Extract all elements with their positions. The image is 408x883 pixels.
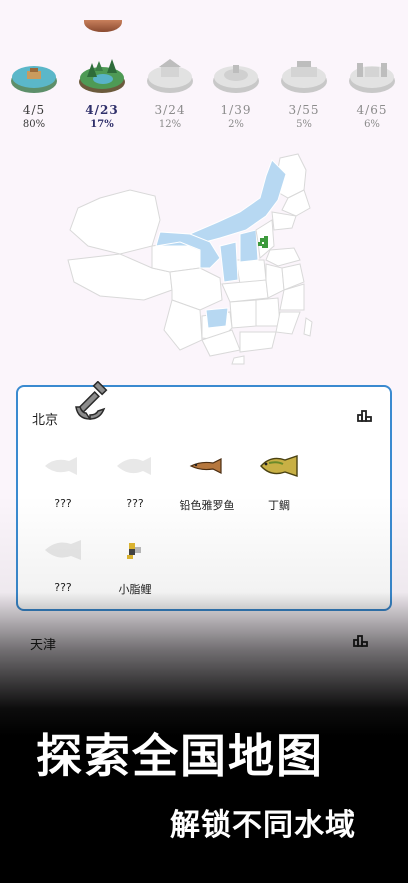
tetra-fish-icon <box>127 543 141 559</box>
region-count: 4/5 <box>22 103 46 117</box>
unknown-fish-icon <box>117 457 151 475</box>
region-tile-2[interactable]: 4/23 17% <box>72 55 132 130</box>
locked-region-icon <box>213 65 259 93</box>
fish-name: 小脂鲤 <box>118 583 152 596</box>
region-selector: 4/5 80% 4/23 17% 3/24 12% 1/39 2% 3/55 5… <box>0 55 408 135</box>
region-count: 4/65 <box>356 103 388 117</box>
map-province-guangdong[interactable] <box>239 331 277 353</box>
map-province-chongqing[interactable] <box>205 307 229 329</box>
map-province-shanxi[interactable] <box>239 229 259 263</box>
promo-subtitle: 解锁不同水域 <box>170 808 356 843</box>
region-tile-3[interactable]: 3/24 12% <box>140 55 200 130</box>
unknown-fish-icon <box>45 540 81 560</box>
boat-icon <box>84 20 122 32</box>
promo-title: 探索全国地图 <box>36 729 324 783</box>
stats-icon[interactable] <box>356 409 374 423</box>
region-percent: 80% <box>22 119 46 130</box>
anchor-icon <box>75 381 108 420</box>
region-percent: 5% <box>296 119 312 130</box>
fish-item[interactable]: 丁鲷 <box>234 453 324 513</box>
province-card: 北京 ??? ??? 铅色雅罗鱼 丁鲷 ??? 小脂鲤 <box>16 381 392 611</box>
region-percent: 17% <box>90 119 114 130</box>
province-name: 北京 <box>32 413 59 428</box>
map-province-fujian[interactable] <box>275 311 301 335</box>
region-tile-4[interactable]: 1/39 2% <box>206 55 266 130</box>
region-count: 1/39 <box>220 103 252 117</box>
region-percent: 6% <box>364 119 380 130</box>
map-province-xinjiang[interactable] <box>69 189 161 255</box>
map-province-shandong[interactable] <box>265 247 301 267</box>
region-percent: 2% <box>228 119 244 130</box>
fish-name: 丁鲷 <box>268 499 290 512</box>
region-count: 3/24 <box>154 103 186 117</box>
tench-fish-icon <box>260 455 298 477</box>
fish-item[interactable]: 小脂鲤 <box>90 537 180 597</box>
region-count: 3/55 <box>288 103 320 117</box>
map-province-shaanxi[interactable] <box>219 241 239 283</box>
map-province-hunan[interactable] <box>229 299 257 329</box>
china-map[interactable] <box>60 150 350 365</box>
locked-region-icon <box>147 59 193 93</box>
province-name: 天津 <box>30 638 57 653</box>
region-count: 4/23 <box>85 103 119 117</box>
map-province-hubei[interactable] <box>221 279 269 303</box>
region-tile-5[interactable]: 3/55 5% <box>274 55 334 130</box>
map-province-jiangxi[interactable] <box>255 297 281 327</box>
region-tile-6[interactable]: 4/65 6% <box>342 55 402 130</box>
stats-icon[interactable] <box>352 634 370 648</box>
map-province-hainan[interactable] <box>231 355 245 365</box>
lake-island-icon <box>11 66 57 93</box>
unknown-fish-icon <box>45 457 77 475</box>
region-tile-1[interactable]: 4/5 80% <box>4 55 64 130</box>
map-province-taiwan[interactable] <box>303 317 313 337</box>
region-percent: 12% <box>158 119 182 130</box>
locked-region-icon <box>349 63 395 93</box>
forest-lake-icon <box>79 59 125 93</box>
map-province-anhui[interactable] <box>265 263 285 299</box>
locked-region-icon <box>281 61 327 93</box>
dace-fish-icon <box>189 458 222 474</box>
province-row-tianjin[interactable]: 天津 <box>0 620 408 660</box>
